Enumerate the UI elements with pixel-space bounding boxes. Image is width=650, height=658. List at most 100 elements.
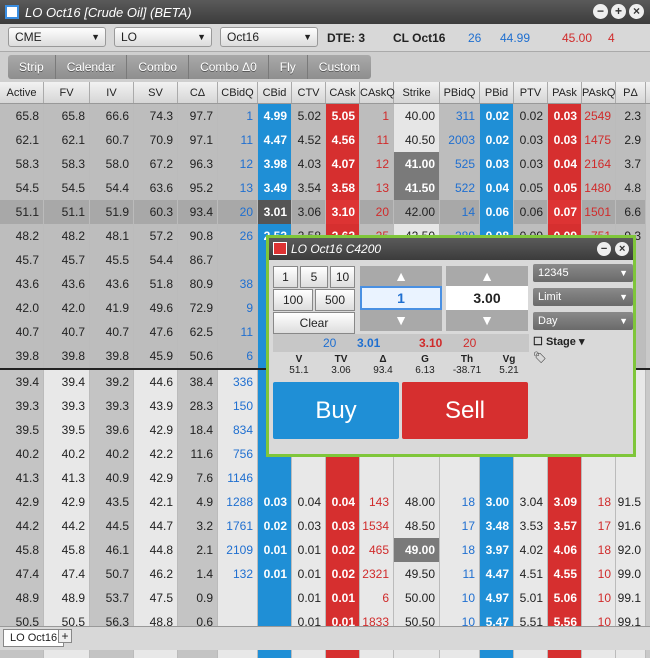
- cell-cask[interactable]: 0.03: [326, 514, 360, 538]
- cell-cbid[interactable]: 3.98: [258, 152, 292, 176]
- column-header[interactable]: CΔ: [178, 82, 218, 103]
- cell-cbid[interactable]: 0.03: [258, 490, 292, 514]
- quantity-input[interactable]: 1: [360, 286, 442, 310]
- cell-pask[interactable]: 5.06: [548, 586, 582, 610]
- column-header[interactable]: PTV: [514, 82, 548, 103]
- cell-cask[interactable]: 0.04: [326, 490, 360, 514]
- table-row[interactable]: 51.1 51.1 51.9 60.3 93.4 20 3.01 3.06 3.10 20 42.0…: [0, 200, 650, 224]
- cell-cask[interactable]: 4.56: [326, 128, 360, 152]
- cell-cbid[interactable]: 0.01: [258, 538, 292, 562]
- cell-pask[interactable]: 0.05: [548, 176, 582, 200]
- cell-pask[interactable]: 3.09: [548, 490, 582, 514]
- column-header[interactable]: PAsk: [548, 82, 582, 103]
- column-header[interactable]: CBid: [258, 82, 292, 103]
- column-header[interactable]: CAsk: [326, 82, 360, 103]
- table-row[interactable]: 65.8 65.8 66.6 74.3 97.7 1 4.99 5.02 5.05 1 40.00 3…: [0, 104, 650, 128]
- tab-strip[interactable]: Strip: [8, 55, 56, 79]
- cell-pbid[interactable]: 4.97: [480, 586, 514, 610]
- time-in-force-select[interactable]: Day ▼: [533, 312, 633, 330]
- expiry-select[interactable]: Oct16 ▼: [220, 27, 318, 47]
- qty-10-button[interactable]: 10: [330, 266, 355, 288]
- column-header[interactable]: CAskQ: [360, 82, 395, 103]
- column-header[interactable]: PAskQ: [582, 82, 616, 103]
- tab-combo[interactable]: Combo: [127, 55, 190, 79]
- minimize-icon[interactable]: −: [593, 4, 608, 19]
- tab-fly[interactable]: Fly: [269, 55, 308, 79]
- cell-pbid[interactable]: 0.02: [480, 104, 514, 128]
- cell-pask[interactable]: 4.55: [548, 562, 582, 586]
- cell-pbid[interactable]: 3.00: [480, 490, 514, 514]
- column-header[interactable]: FV: [44, 82, 90, 103]
- account-select[interactable]: 12345 ▼: [533, 264, 633, 282]
- cell-cbid[interactable]: 0.01: [258, 562, 292, 586]
- cell-pask[interactable]: 3.57: [548, 514, 582, 538]
- close-icon[interactable]: ×: [629, 4, 644, 19]
- cell-cbid[interactable]: 0.02: [258, 514, 292, 538]
- stage-toggle[interactable]: ☐ Stage ▾: [533, 335, 585, 348]
- cell-pbid[interactable]: 0.06: [480, 200, 514, 224]
- column-header[interactable]: CTV: [292, 82, 326, 103]
- table-row[interactable]: 48.9 48.9 53.7 47.5 0.9 0.01 0.01 6 50.00 10 4.97 5…: [0, 586, 650, 610]
- cell-cask[interactable]: [326, 466, 360, 490]
- stage-checkbox[interactable]: ☐: [533, 336, 543, 348]
- cell-pask[interactable]: 0.03: [548, 128, 582, 152]
- cell-pbid[interactable]: 0.04: [480, 176, 514, 200]
- tab-calendar[interactable]: Calendar: [56, 55, 128, 79]
- cell-pask[interactable]: 0.07: [548, 200, 582, 224]
- arrow-up-icon[interactable]: ▲: [360, 266, 442, 286]
- tab-lo-oct16[interactable]: LO Oct16: [3, 629, 65, 647]
- cell-cbid[interactable]: 4.47: [258, 128, 292, 152]
- tab-custom[interactable]: Custom: [308, 55, 371, 79]
- cell-cask[interactable]: 4.07: [326, 152, 360, 176]
- arrow-down-icon[interactable]: ▼: [446, 310, 528, 330]
- product-select[interactable]: LO ▼: [114, 27, 212, 47]
- qty-1-button[interactable]: 1: [273, 266, 298, 288]
- table-row[interactable]: 42.9 42.9 43.5 42.1 4.9 1288 0.03 0.04 0.04 143 48…: [0, 490, 650, 514]
- cell-cask[interactable]: 5.05: [326, 104, 360, 128]
- cell-cbid[interactable]: 3.49: [258, 176, 292, 200]
- order-ticket-title-bar[interactable]: LO Oct16 C4200 − ×: [269, 238, 633, 260]
- price-input[interactable]: 3.00: [446, 286, 528, 310]
- cell-cask[interactable]: 3.58: [326, 176, 360, 200]
- qty-5-button[interactable]: 5: [300, 266, 328, 288]
- cell-cask[interactable]: 3.10: [326, 200, 360, 224]
- column-header[interactable]: CBidQ: [218, 82, 258, 103]
- cell-pbid[interactable]: 3.48: [480, 514, 514, 538]
- table-row[interactable]: 44.2 44.2 44.5 44.7 3.2 1761 0.02 0.03 0.03 1534 4…: [0, 514, 650, 538]
- qty-100-button[interactable]: 100: [273, 289, 313, 311]
- cell-pbid[interactable]: 4.47: [480, 562, 514, 586]
- column-header[interactable]: Active: [0, 82, 44, 103]
- order-type-select[interactable]: Limit ▼: [533, 288, 633, 306]
- table-row[interactable]: 58.3 58.3 58.0 67.2 96.3 12 3.98 4.03 4.07 12 41.0…: [0, 152, 650, 176]
- buy-button[interactable]: Buy: [273, 382, 399, 439]
- column-header[interactable]: IV: [90, 82, 134, 103]
- minimize-icon[interactable]: −: [597, 242, 611, 256]
- cell-cbid[interactable]: [258, 466, 292, 490]
- arrow-up-icon[interactable]: ▲: [446, 266, 528, 286]
- column-header[interactable]: SV: [134, 82, 178, 103]
- tag-icon[interactable]: 🏷: [533, 351, 547, 364]
- cell-cask[interactable]: 0.02: [326, 538, 360, 562]
- cell-cbid[interactable]: 3.01: [258, 200, 292, 224]
- arrow-down-icon[interactable]: ▼: [360, 310, 442, 330]
- close-icon[interactable]: ×: [615, 242, 629, 256]
- table-row[interactable]: 47.4 47.4 50.7 46.2 1.4 132 0.01 0.01 0.02 2321 49…: [0, 562, 650, 586]
- cell-pbid[interactable]: 0.03: [480, 152, 514, 176]
- sell-button[interactable]: Sell: [402, 382, 528, 439]
- column-header[interactable]: PΔ: [616, 82, 646, 103]
- exchange-select[interactable]: CME ▼: [8, 27, 106, 47]
- add-tab-button[interactable]: +: [58, 629, 72, 643]
- tab-combo-delta-neutral[interactable]: Combo Δ0: [189, 55, 269, 79]
- cell-pask[interactable]: 4.06: [548, 538, 582, 562]
- cell-cask[interactable]: 0.02: [326, 562, 360, 586]
- qty-500-button[interactable]: 500: [315, 289, 355, 311]
- cell-cbid[interactable]: [258, 586, 292, 610]
- table-row[interactable]: 62.1 62.1 60.7 70.9 97.1 11 4.47 4.52 4.56 11 40.5…: [0, 128, 650, 152]
- maximize-icon[interactable]: +: [611, 4, 626, 19]
- cell-pbid[interactable]: 3.97: [480, 538, 514, 562]
- table-row[interactable]: 54.5 54.5 54.4 63.6 95.2 13 3.49 3.54 3.58 13 41.5…: [0, 176, 650, 200]
- cell-pbid[interactable]: 0.02: [480, 128, 514, 152]
- column-header[interactable]: PBid: [480, 82, 514, 103]
- column-header[interactable]: PBidQ: [440, 82, 480, 103]
- cell-pask[interactable]: [548, 466, 582, 490]
